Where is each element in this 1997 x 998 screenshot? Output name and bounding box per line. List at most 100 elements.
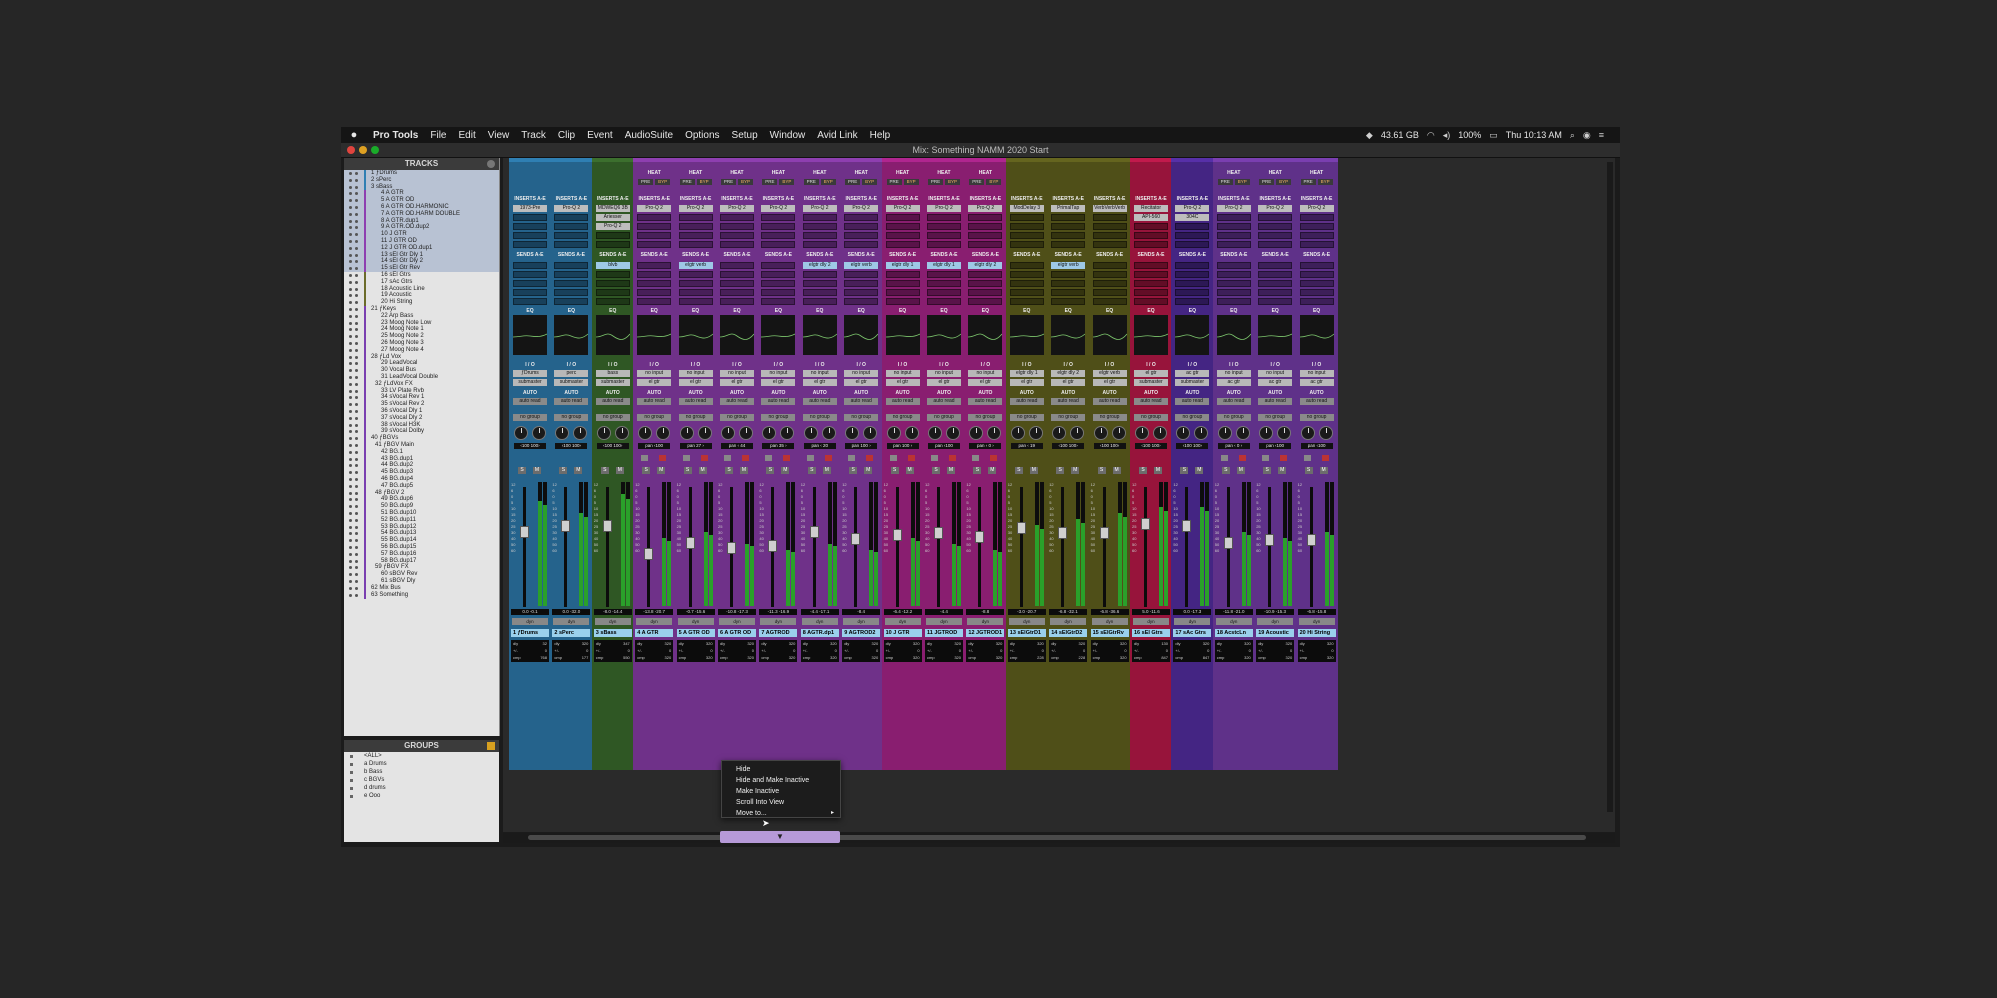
heat-bypass-button[interactable]: BYP: [1276, 179, 1292, 185]
input-selector[interactable]: ac gtr: [1175, 370, 1210, 377]
mute-button[interactable]: M: [822, 467, 831, 474]
send-slot[interactable]: [1092, 289, 1127, 296]
show-hide-icon[interactable]: [349, 362, 352, 366]
pan-knob-right[interactable]: [1194, 426, 1209, 440]
pan-knob-left[interactable]: [638, 426, 653, 440]
show-hide-icon[interactable]: [349, 410, 352, 413]
insert-slot[interactable]: [1009, 232, 1044, 239]
show-hide-icon[interactable]: [349, 546, 352, 549]
insert-slot[interactable]: MDWEQ6 3B: [595, 205, 630, 212]
solo-button[interactable]: S: [559, 467, 568, 474]
group-list-item[interactable]: c BGVs: [344, 776, 499, 784]
mute-button[interactable]: M: [988, 467, 997, 474]
solo-button[interactable]: S: [1014, 467, 1023, 474]
send-slot[interactable]: [1299, 262, 1334, 269]
send-slot[interactable]: [554, 271, 589, 278]
dyn-button[interactable]: dyn: [1008, 618, 1045, 625]
insert-slot[interactable]: [513, 214, 547, 221]
show-hide-icon[interactable]: [349, 430, 352, 434]
record-enable-button[interactable]: [907, 455, 915, 461]
context-menu-item[interactable]: Hide: [722, 764, 840, 775]
show-hide-icon[interactable]: [349, 450, 352, 454]
automation-mode-selector[interactable]: auto read: [554, 398, 589, 405]
input-monitor-button[interactable]: [931, 455, 938, 461]
insert-slot[interactable]: Pro-Q 2: [595, 223, 630, 230]
automation-mode-selector[interactable]: auto read: [1092, 398, 1127, 405]
insert-slot[interactable]: [802, 241, 837, 248]
insert-slot[interactable]: [927, 241, 961, 248]
show-hide-icon[interactable]: [349, 376, 352, 379]
show-hide-icon[interactable]: [349, 301, 352, 305]
record-enable-button[interactable]: [783, 455, 791, 461]
disk-icon[interactable]: ◆: [1366, 130, 1373, 141]
pan-knob-left[interactable]: [514, 426, 528, 440]
track-name-button[interactable]: 4 A GTR: [635, 629, 674, 637]
show-hide-icon[interactable]: [349, 403, 352, 407]
send-slot[interactable]: [802, 298, 837, 305]
track-name-button[interactable]: 17 sAc Gtrs: [1173, 629, 1212, 637]
show-hide-icon[interactable]: [349, 498, 352, 502]
show-hide-icon[interactable]: [349, 314, 352, 318]
pan-knob-left[interactable]: [1176, 426, 1191, 440]
insert-slot[interactable]: API-560: [1134, 214, 1168, 221]
input-monitor-button[interactable]: [848, 455, 856, 461]
insert-slot[interactable]: [1258, 241, 1293, 248]
automation-mode-selector[interactable]: auto read: [1175, 398, 1210, 405]
send-slot[interactable]: [1258, 280, 1293, 287]
insert-slot[interactable]: [1175, 241, 1210, 248]
insert-slot[interactable]: [1258, 232, 1293, 239]
insert-slot[interactable]: [927, 232, 961, 239]
pan-knob-left[interactable]: [1135, 426, 1149, 440]
send-slot[interactable]: [1009, 280, 1044, 287]
track-list-item[interactable]: 63 Something: [344, 591, 499, 599]
send-slot[interactable]: [720, 262, 754, 269]
input-selector[interactable]: no input: [637, 370, 672, 377]
send-slot[interactable]: [844, 298, 879, 305]
pan-knob-right[interactable]: [863, 426, 878, 440]
input-selector[interactable]: elgtr dly 2: [1051, 370, 1086, 377]
output-selector[interactable]: el gtr: [637, 379, 672, 386]
group-selector[interactable]: no group: [1009, 414, 1044, 421]
send-slot[interactable]: [1299, 298, 1334, 305]
send-slot[interactable]: [761, 298, 796, 305]
volume-fader[interactable]: [1016, 522, 1026, 535]
send-slot[interactable]: [637, 262, 672, 269]
send-slot[interactable]: [1009, 289, 1044, 296]
eq-graph[interactable]: [1175, 315, 1210, 355]
insert-slot[interactable]: [1009, 223, 1044, 230]
automation-mode-selector[interactable]: auto read: [637, 398, 672, 405]
insert-slot[interactable]: 1973-Pre: [513, 205, 547, 212]
show-hide-icon[interactable]: [349, 233, 352, 237]
send-slot[interactable]: [720, 289, 754, 296]
send-slot[interactable]: [1092, 298, 1127, 305]
pan-knob-right[interactable]: [987, 426, 1002, 440]
show-hide-icon[interactable]: [349, 226, 352, 230]
output-selector[interactable]: submaster: [595, 379, 630, 386]
show-hide-icon[interactable]: [349, 294, 352, 298]
dyn-button[interactable]: dyn: [801, 618, 838, 625]
show-hide-icon[interactable]: [349, 328, 352, 332]
pan-knob-right[interactable]: [739, 426, 753, 440]
automation-mode-selector[interactable]: auto read: [1051, 398, 1086, 405]
send-slot[interactable]: [637, 289, 672, 296]
show-hide-icon[interactable]: [349, 212, 352, 216]
heat-bypass-button[interactable]: BYP: [696, 179, 712, 185]
input-monitor-button[interactable]: [1262, 455, 1270, 461]
send-slot[interactable]: elgtr verb: [1051, 262, 1086, 269]
insert-slot[interactable]: [1134, 241, 1168, 248]
insert-slot[interactable]: Pro-Q 2: [1175, 205, 1210, 212]
solo-button[interactable]: S: [973, 467, 982, 474]
input-monitor-button[interactable]: [765, 455, 773, 461]
track-name-button[interactable]: 8 AGTR.dp1: [800, 629, 839, 637]
track-name-button[interactable]: 14 sElGtrD2: [1049, 629, 1088, 637]
send-slot[interactable]: [1051, 289, 1086, 296]
mute-button[interactable]: M: [905, 467, 914, 474]
send-slot[interactable]: [554, 262, 589, 269]
automation-mode-selector[interactable]: auto read: [1009, 398, 1044, 405]
eq-graph[interactable]: [885, 315, 920, 355]
volume-fader[interactable]: [768, 539, 778, 552]
pan-knob-left[interactable]: [969, 426, 984, 440]
insert-slot[interactable]: [678, 214, 713, 221]
record-enable-button[interactable]: [866, 455, 874, 461]
send-slot[interactable]: [968, 271, 1003, 278]
